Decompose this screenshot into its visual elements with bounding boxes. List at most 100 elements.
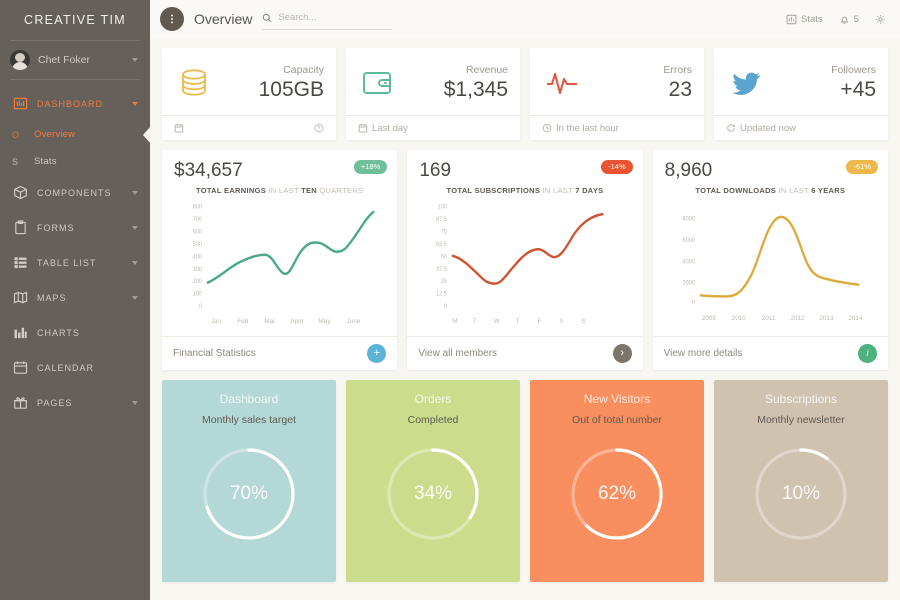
svg-text:0: 0 [444,304,447,310]
stat-card-body: Capacity 105GB [162,48,336,115]
chart-footer-label[interactable]: View all members [418,348,497,359]
calendar-icon [174,123,188,133]
help-icon[interactable] [314,123,324,133]
svg-text:S: S [560,318,565,325]
progress-title: Orders [414,392,452,406]
svg-text:F: F [538,318,542,325]
svg-text:700: 700 [193,217,202,223]
search-input[interactable] [278,12,393,23]
svg-text:June: June [347,318,361,325]
refresh-icon: Updated now [726,123,796,134]
topbar-actions: Stats 5 [786,14,886,25]
sidebar-subitem-overview[interactable]: O Overview [0,121,150,148]
stat-cards-row: Capacity 105GB Revenue $1,345 Last day E… [162,48,888,140]
chevron-down-icon[interactable] [132,225,138,230]
sidebar-item-dashboard[interactable]: DASHBOARD [0,86,150,121]
chart-subtitle: TOTAL DOWNLOADS IN LAST 6 YEARS [665,186,876,195]
stat-foot-text: Updated now [740,122,796,134]
stat-card-text: Revenue $1,345 [444,64,508,102]
svg-text:200: 200 [193,279,202,285]
sidebar-item-label: TABLE LIST [37,257,97,268]
sidebar-item-label: MAPS [37,292,67,303]
chart-card-header: 8,960 -61% TOTAL DOWNLOADS IN LAST 6 YEA… [653,150,888,195]
notifications-button[interactable]: 5 [839,14,859,25]
sidebar-item-charts[interactable]: CHARTS [0,315,150,350]
chevron-right-icon[interactable]: › [612,344,632,363]
vertical-dots-icon[interactable] [160,7,184,31]
progress-desc: Out of total number [572,414,662,426]
gear-icon [875,14,886,25]
page-title: Overview [194,11,253,27]
chart-footer-label[interactable]: Financial Statistics [173,348,256,359]
stat-card-text: Followers +45 [831,64,876,102]
sidebar-item-pages[interactable]: PAGES [0,385,150,420]
stat-card-footer [162,115,336,140]
chart-card-footer: View more details i [652,336,888,370]
stats-label: Stats [801,13,823,25]
svg-text:4000: 4000 [682,259,694,265]
subitem-letter: O [12,129,20,140]
sidebar-item-label: DASHBOARD [37,98,104,109]
clipboard-icon [12,220,28,236]
chevron-down-icon[interactable] [132,190,138,195]
chevron-down-icon[interactable] [132,295,138,300]
stats-button[interactable]: Stats [786,14,823,25]
svg-text:25: 25 [441,279,447,285]
chart-card-header: 169 -14% TOTAL SUBSCRIPTIONS IN LAST 7 D… [407,150,642,195]
stat-card-body: Followers +45 [714,48,888,115]
sidebar-item-calendar[interactable]: CALENDAR [0,350,150,385]
box-icon [12,185,28,201]
svg-text:Mar: Mar [264,318,276,325]
sidebar-user[interactable]: Chet Foker [0,41,150,79]
svg-text:T: T [516,318,520,325]
notification-count: 5 [853,13,859,25]
chart-plot-subscriptions: 100 87.5 75 62.5 50 37.5 25 12.5 0 M T W… [407,195,642,336]
svg-text:2010: 2010 [731,315,745,322]
chevron-down-icon[interactable] [132,101,138,106]
chart-card-subscriptions: 169 -14% TOTAL SUBSCRIPTIONS IN LAST 7 D… [407,150,643,370]
svg-text:April: April [290,318,303,325]
main-content: Overview Stats [150,0,900,600]
sidebar-item-label: FORMS [37,222,75,233]
sidebar-item-components[interactable]: COMPONENTS [0,175,150,210]
chart-card-downloads: 8,960 -61% TOTAL DOWNLOADS IN LAST 6 YEA… [652,150,888,370]
chart-bar-icon [12,325,28,341]
stat-card-capacity: Capacity 105GB [162,48,336,140]
sidebar-item-maps[interactable]: MAPS [0,280,150,315]
chart-footer-label[interactable]: View more details [664,348,743,359]
brand-logo[interactable]: CREATIVE TIM [0,0,150,40]
progress-desc: Monthly sales target [202,414,296,426]
stat-card-body: Revenue $1,345 [346,48,520,115]
svg-text:Jan: Jan [211,318,222,325]
sidebar-item-forms[interactable]: FORMS [0,210,150,245]
svg-text:T: T [473,318,477,325]
chart-card-earnings: $34,657 +18% TOTAL EARNINGS IN LAST TEN … [162,150,398,370]
svg-text:W: W [494,318,501,325]
sidebar-item-table-list[interactable]: TABLE LIST [0,245,150,280]
chevron-down-icon[interactable] [132,260,138,265]
search-icon [262,13,272,23]
map-icon [12,290,28,306]
progress-value: 62% [597,483,637,504]
progress-title: Subscriptions [764,392,838,406]
progress-title: New Visitors [583,392,651,406]
subitem-label: Stats [34,156,57,167]
chevron-down-icon[interactable] [132,400,138,405]
chart-card-footer: Financial Statistics + [162,336,398,370]
topbar: Overview Stats [150,0,900,38]
chart-value: 8,960 [664,160,713,181]
wallet-icon [358,66,404,100]
plus-icon[interactable]: + [367,344,387,363]
progress-value: 34% [413,483,453,504]
stat-card-text: Errors 23 [663,64,692,102]
info-icon[interactable]: i [857,344,877,363]
status-badge: -14% [601,160,633,174]
settings-button[interactable] [875,14,886,25]
progress-gauge: 62% [565,442,669,546]
search-box[interactable] [262,8,393,30]
status-badge: +18% [353,160,388,174]
svg-text:S: S [582,318,587,325]
chevron-down-icon[interactable] [132,58,138,62]
sidebar-subitem-stats[interactable]: S Stats [0,148,150,175]
progress-card-new-visitors: New Visitors Out of total number 62% [530,380,704,582]
